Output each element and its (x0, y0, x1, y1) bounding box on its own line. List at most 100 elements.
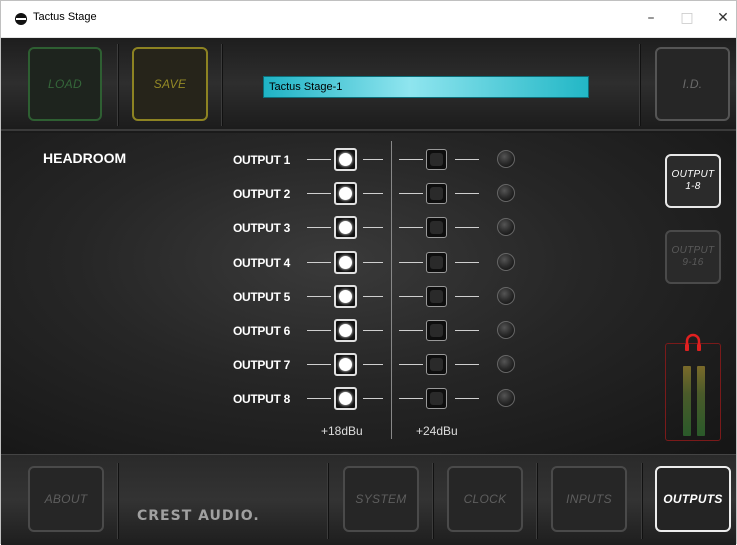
headphone-meter (665, 333, 721, 441)
headroom-24-switch[interactable] (426, 388, 447, 410)
headroom-24-switch[interactable] (426, 183, 447, 205)
headroom-24-switch[interactable] (426, 320, 447, 341)
connector-line (363, 330, 383, 331)
headroom-panel: HEADROOM OUTPUT 1 OUTPUT 2 OUTPUT 3 OUTPUT … (1, 133, 736, 454)
output-label: OUTPUT 4 (233, 255, 290, 270)
save-button[interactable]: SAVE (132, 47, 208, 121)
output-label: OUTPUT 1 (233, 153, 290, 167)
connector-line (455, 261, 479, 263)
minimize-button[interactable]: – (637, 7, 665, 29)
connector-line (455, 364, 479, 366)
headroom-18-switch[interactable] (334, 319, 357, 342)
connector-line (363, 398, 383, 400)
status-led (497, 355, 515, 374)
nav-divider (432, 463, 433, 539)
output-row: OUTPUT 5 (1, 283, 736, 311)
connector-line (307, 295, 331, 297)
connector-line (455, 193, 479, 195)
headroom-18-switch[interactable] (334, 216, 357, 240)
load-button[interactable]: LOAD (28, 47, 102, 121)
output-label: OUTPUT 7 (233, 358, 290, 373)
connector-line (455, 227, 479, 229)
connector-line (307, 364, 331, 366)
headphone-icon (685, 333, 701, 351)
status-led (497, 321, 515, 339)
connector-line (307, 193, 331, 195)
output-row: OUTPUT 7 (1, 351, 736, 379)
connector-line (307, 398, 331, 400)
status-led (497, 252, 515, 271)
level-label-24: +24dBu (416, 424, 458, 438)
system-button[interactable]: SYSTEM (343, 466, 419, 532)
top-toolbar: LOAD SAVE Tactus Stage-1 I.D. (1, 38, 736, 131)
nav-divider (536, 463, 537, 539)
clock-button[interactable]: CLOCK (447, 466, 523, 532)
connector-line (399, 398, 423, 400)
level-label-18: +18dBu (321, 424, 363, 438)
outputs-button[interactable]: OUTPUTS (655, 466, 731, 532)
toolbar-divider (639, 44, 640, 126)
connector-line (455, 295, 479, 297)
connector-line (363, 261, 383, 263)
connector-line (363, 295, 383, 297)
connector-line (399, 227, 423, 229)
close-button[interactable]: ✕ (709, 7, 737, 29)
connector-line (363, 159, 383, 160)
output-row: OUTPUT 1 (1, 146, 736, 174)
headroom-24-switch[interactable] (426, 285, 447, 307)
nav-divider (641, 463, 642, 539)
connector-line (307, 330, 331, 331)
app-icon (15, 13, 27, 25)
connector-line (363, 227, 383, 229)
inputs-button[interactable]: INPUTS (551, 466, 627, 532)
output-9-16-label: OUTPUT 9-16 (671, 245, 715, 268)
nav-divider (117, 463, 118, 539)
connector-line (399, 295, 423, 297)
status-led (497, 218, 515, 237)
output-label: OUTPUT 2 (233, 187, 290, 202)
status-led (497, 286, 515, 305)
headroom-24-switch[interactable] (426, 149, 447, 170)
output-row: OUTPUT 4 (1, 249, 736, 277)
output-label: OUTPUT 3 (233, 221, 290, 236)
connector-line (307, 159, 331, 160)
status-led (497, 389, 515, 408)
connector-line (399, 330, 423, 331)
headroom-18-switch[interactable] (334, 250, 357, 274)
window-title: Tactus Stage (33, 11, 97, 23)
connector-line (307, 261, 331, 263)
headroom-18-switch[interactable] (334, 353, 357, 377)
app-window: Tactus Stage – □ ✕ LOAD SAVE Tactus Stag… (0, 0, 737, 545)
title-bar: Tactus Stage – □ ✕ (1, 1, 736, 38)
toolbar-divider (117, 44, 118, 126)
headroom-18-switch[interactable] (334, 148, 357, 171)
status-led (497, 184, 515, 203)
connector-line (455, 159, 479, 160)
headroom-18-switch[interactable] (334, 182, 357, 206)
bottom-nav: ABOUT CREST AUDIO. SYSTEM CLOCK INPUTS O… (1, 454, 736, 545)
output-9-16-button[interactable]: OUTPUT 9-16 (665, 230, 721, 284)
headroom-24-switch[interactable] (426, 251, 447, 273)
connector-line (399, 261, 423, 263)
headroom-18-switch[interactable] (334, 284, 357, 308)
crest-audio-logo: CREST AUDIO. (137, 508, 260, 524)
meter-bar-right (697, 366, 705, 436)
id-button[interactable]: I.D. (655, 47, 730, 121)
about-button[interactable]: ABOUT (28, 466, 104, 532)
connector-line (363, 193, 383, 195)
connector-line (399, 364, 423, 366)
output-row: OUTPUT 3 (1, 214, 736, 242)
meter-bar-left (683, 366, 691, 436)
output-row: OUTPUT 6 (1, 317, 736, 345)
status-led (497, 150, 515, 168)
output-1-8-button[interactable]: OUTPUT 1-8 (665, 154, 721, 208)
output-label: OUTPUT 6 (233, 324, 290, 338)
connector-line (307, 227, 331, 229)
output-row: OUTPUT 2 (1, 180, 736, 208)
headroom-24-switch[interactable] (426, 354, 447, 376)
headroom-18-switch[interactable] (334, 387, 357, 411)
headroom-24-switch[interactable] (426, 217, 447, 239)
maximize-button[interactable]: □ (673, 7, 701, 29)
connector-line (363, 364, 383, 366)
device-name-field[interactable]: Tactus Stage-1 (263, 76, 589, 98)
